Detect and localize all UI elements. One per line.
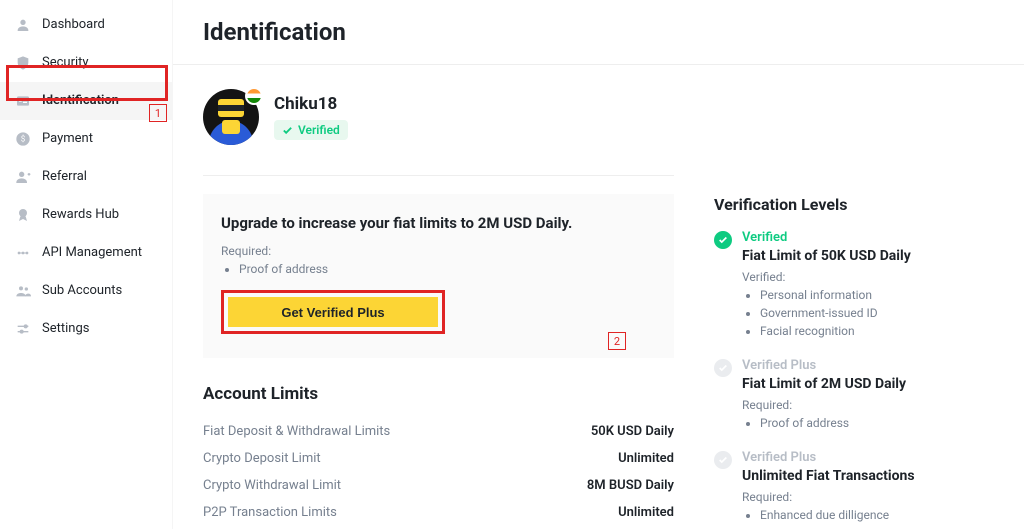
- level-req-list: Personal information Government-issued I…: [742, 286, 911, 340]
- api-icon: [14, 244, 32, 262]
- sidebar-item-label: Settings: [42, 321, 89, 337]
- verification-levels-panel: Verification Levels Verified Fiat Limit …: [714, 65, 994, 529]
- sidebar: Dashboard Security Identification $ Paym…: [0, 0, 173, 529]
- limit-label: P2P Transaction Limits: [203, 505, 337, 520]
- level-req-list: Enhanced due dilligence: [742, 506, 915, 524]
- level-req-label: Required:: [742, 398, 906, 412]
- page-header: Identification: [173, 0, 1024, 65]
- level-req-item: Personal information: [760, 286, 911, 304]
- sidebar-item-rewards[interactable]: Rewards Hub: [0, 196, 172, 234]
- level-req-list: Proof of address: [742, 414, 906, 432]
- sidebar-item-label: API Management: [42, 245, 142, 261]
- sidebar-item-dashboard[interactable]: Dashboard: [0, 6, 172, 44]
- check-circle-icon: [714, 451, 732, 469]
- sidebar-item-subaccounts[interactable]: Sub Accounts: [0, 272, 172, 310]
- level-subtitle: Unlimited Fiat Transactions: [742, 468, 915, 484]
- sidebar-item-referral[interactable]: Referral: [0, 158, 172, 196]
- level-req-item: Facial recognition: [760, 322, 911, 340]
- level-name: Verified Plus: [742, 358, 906, 373]
- sliders-icon: [14, 320, 32, 338]
- sidebar-item-label: Referral: [42, 169, 87, 185]
- medal-icon: [14, 206, 32, 224]
- person-icon: [14, 16, 32, 34]
- main-content: Identification Chiku18: [173, 0, 1024, 529]
- level-req-item: Government-issued ID: [760, 304, 911, 322]
- divider: [203, 175, 674, 176]
- username: Chiku18: [274, 94, 348, 114]
- limit-row: Crypto Deposit Limit Unlimited: [203, 445, 674, 472]
- people-icon: [14, 282, 32, 300]
- limit-row: Crypto Withdrawal Limit 8M BUSD Daily: [203, 472, 674, 499]
- limit-label: Crypto Deposit Limit: [203, 451, 321, 466]
- page-title: Identification: [203, 18, 994, 46]
- sidebar-item-label: Sub Accounts: [42, 283, 122, 299]
- level-verified-plus: Verified Plus Fiat Limit of 2M USD Daily…: [714, 358, 994, 432]
- country-flag-badge: [245, 87, 263, 105]
- levels-title: Verification Levels: [714, 195, 994, 214]
- required-label: Required:: [221, 244, 656, 258]
- level-name: Verified Plus: [742, 450, 915, 465]
- sidebar-item-security[interactable]: Security: [0, 44, 172, 82]
- level-req-item: Proof of address: [760, 414, 906, 432]
- level-unlimited: Verified Plus Unlimited Fiat Transaction…: [714, 450, 994, 524]
- profile-section: Chiku18 Verified: [203, 65, 674, 169]
- sidebar-item-settings[interactable]: Settings: [0, 310, 172, 348]
- limit-value: Unlimited: [618, 451, 674, 466]
- level-req-label: Verified:: [742, 270, 911, 284]
- level-subtitle: Fiat Limit of 50K USD Daily: [742, 248, 911, 264]
- level-req-label: Required:: [742, 490, 915, 504]
- limit-value: 8M BUSD Daily: [587, 478, 674, 493]
- required-item: Proof of address: [239, 260, 656, 278]
- verified-badge-label: Verified: [298, 123, 340, 137]
- annotation-box-2: Get Verified Plus: [221, 290, 445, 334]
- sidebar-item-label: Identification: [42, 93, 119, 109]
- verified-badge: Verified: [274, 120, 348, 140]
- required-list: Proof of address: [221, 260, 656, 278]
- limit-label: Crypto Withdrawal Limit: [203, 478, 341, 493]
- sidebar-item-label: Dashboard: [42, 17, 105, 33]
- id-card-icon: [14, 92, 32, 110]
- check-circle-icon: [714, 231, 732, 249]
- annotation-label-2: 2: [608, 332, 626, 350]
- sidebar-item-label: Payment: [42, 131, 93, 147]
- avatar: [203, 89, 259, 145]
- sidebar-item-api[interactable]: API Management: [0, 234, 172, 272]
- level-name: Verified: [742, 230, 911, 245]
- limit-label: Fiat Deposit & Withdrawal Limits: [203, 424, 390, 439]
- get-verified-plus-button[interactable]: Get Verified Plus: [228, 297, 438, 327]
- sidebar-item-identification[interactable]: Identification: [0, 82, 172, 120]
- upgrade-title: Upgrade to increase your fiat limits to …: [221, 214, 656, 232]
- sidebar-item-payment[interactable]: $ Payment: [0, 120, 172, 158]
- level-verified: Verified Fiat Limit of 50K USD Daily Ver…: [714, 230, 994, 340]
- limit-row: Fiat Deposit & Withdrawal Limits 50K USD…: [203, 418, 674, 445]
- upgrade-card: Upgrade to increase your fiat limits to …: [203, 194, 674, 358]
- limit-row: P2P Transaction Limits Unlimited: [203, 499, 674, 526]
- dollar-icon: $: [14, 130, 32, 148]
- account-limits-title: Account Limits: [203, 384, 674, 404]
- check-circle-icon: [714, 359, 732, 377]
- sidebar-item-label: Rewards Hub: [42, 207, 119, 223]
- shield-icon: [14, 54, 32, 72]
- annotation-label-1: 1: [149, 104, 167, 122]
- limit-value: 50K USD Daily: [591, 424, 674, 439]
- limit-value: Unlimited: [618, 505, 674, 520]
- sidebar-item-label: Security: [42, 55, 89, 71]
- svg-text:$: $: [21, 135, 26, 144]
- level-req-item: Enhanced due dilligence: [760, 506, 915, 524]
- person-add-icon: [14, 168, 32, 186]
- level-subtitle: Fiat Limit of 2M USD Daily: [742, 376, 906, 392]
- check-icon: [282, 125, 293, 136]
